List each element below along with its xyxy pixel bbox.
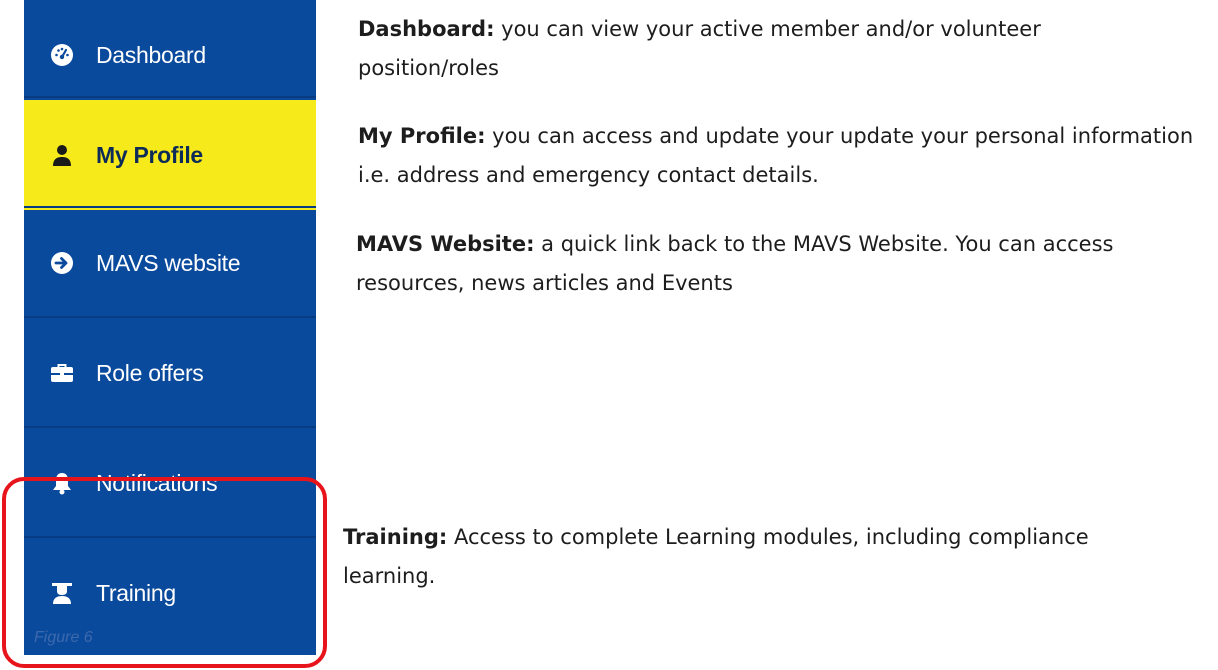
description-term: My Profile: (358, 124, 486, 148)
training-description: Training: Access to complete Learning mo… (343, 518, 1103, 596)
sidebar-item-label: My Profile (96, 141, 203, 168)
description-term: Training: (343, 525, 448, 549)
briefcase-icon (50, 361, 74, 385)
training-highlight-box (2, 477, 327, 668)
description-term: Dashboard: (358, 17, 495, 41)
my-profile-description: My Profile: you can access and update yo… (358, 117, 1198, 195)
arrow-circle-right-icon (50, 251, 74, 275)
divider (24, 96, 316, 98)
sidebar-item-label: MAVS website (96, 249, 241, 276)
mavs-website-description: MAVS Website: a quick link back to the M… (356, 225, 1196, 303)
sidebar-item-mavs-website[interactable]: MAVS website (24, 208, 316, 318)
description-text: Access to complete Learning modules, inc… (343, 525, 1089, 588)
sidebar-item-role-offers[interactable]: Role offers (24, 318, 316, 428)
sidebar-item-dashboard[interactable]: Dashboard (24, 0, 316, 110)
user-icon (50, 143, 74, 167)
dashboard-icon (50, 43, 74, 67)
description-term: MAVS Website: (356, 232, 535, 256)
sidebar-item-label: Role offers (96, 359, 204, 386)
sidebar-item-my-profile[interactable]: My Profile (24, 100, 316, 210)
dashboard-description: Dashboard: you can view your active memb… (358, 10, 1188, 88)
sidebar-item-label: Dashboard (96, 41, 206, 68)
